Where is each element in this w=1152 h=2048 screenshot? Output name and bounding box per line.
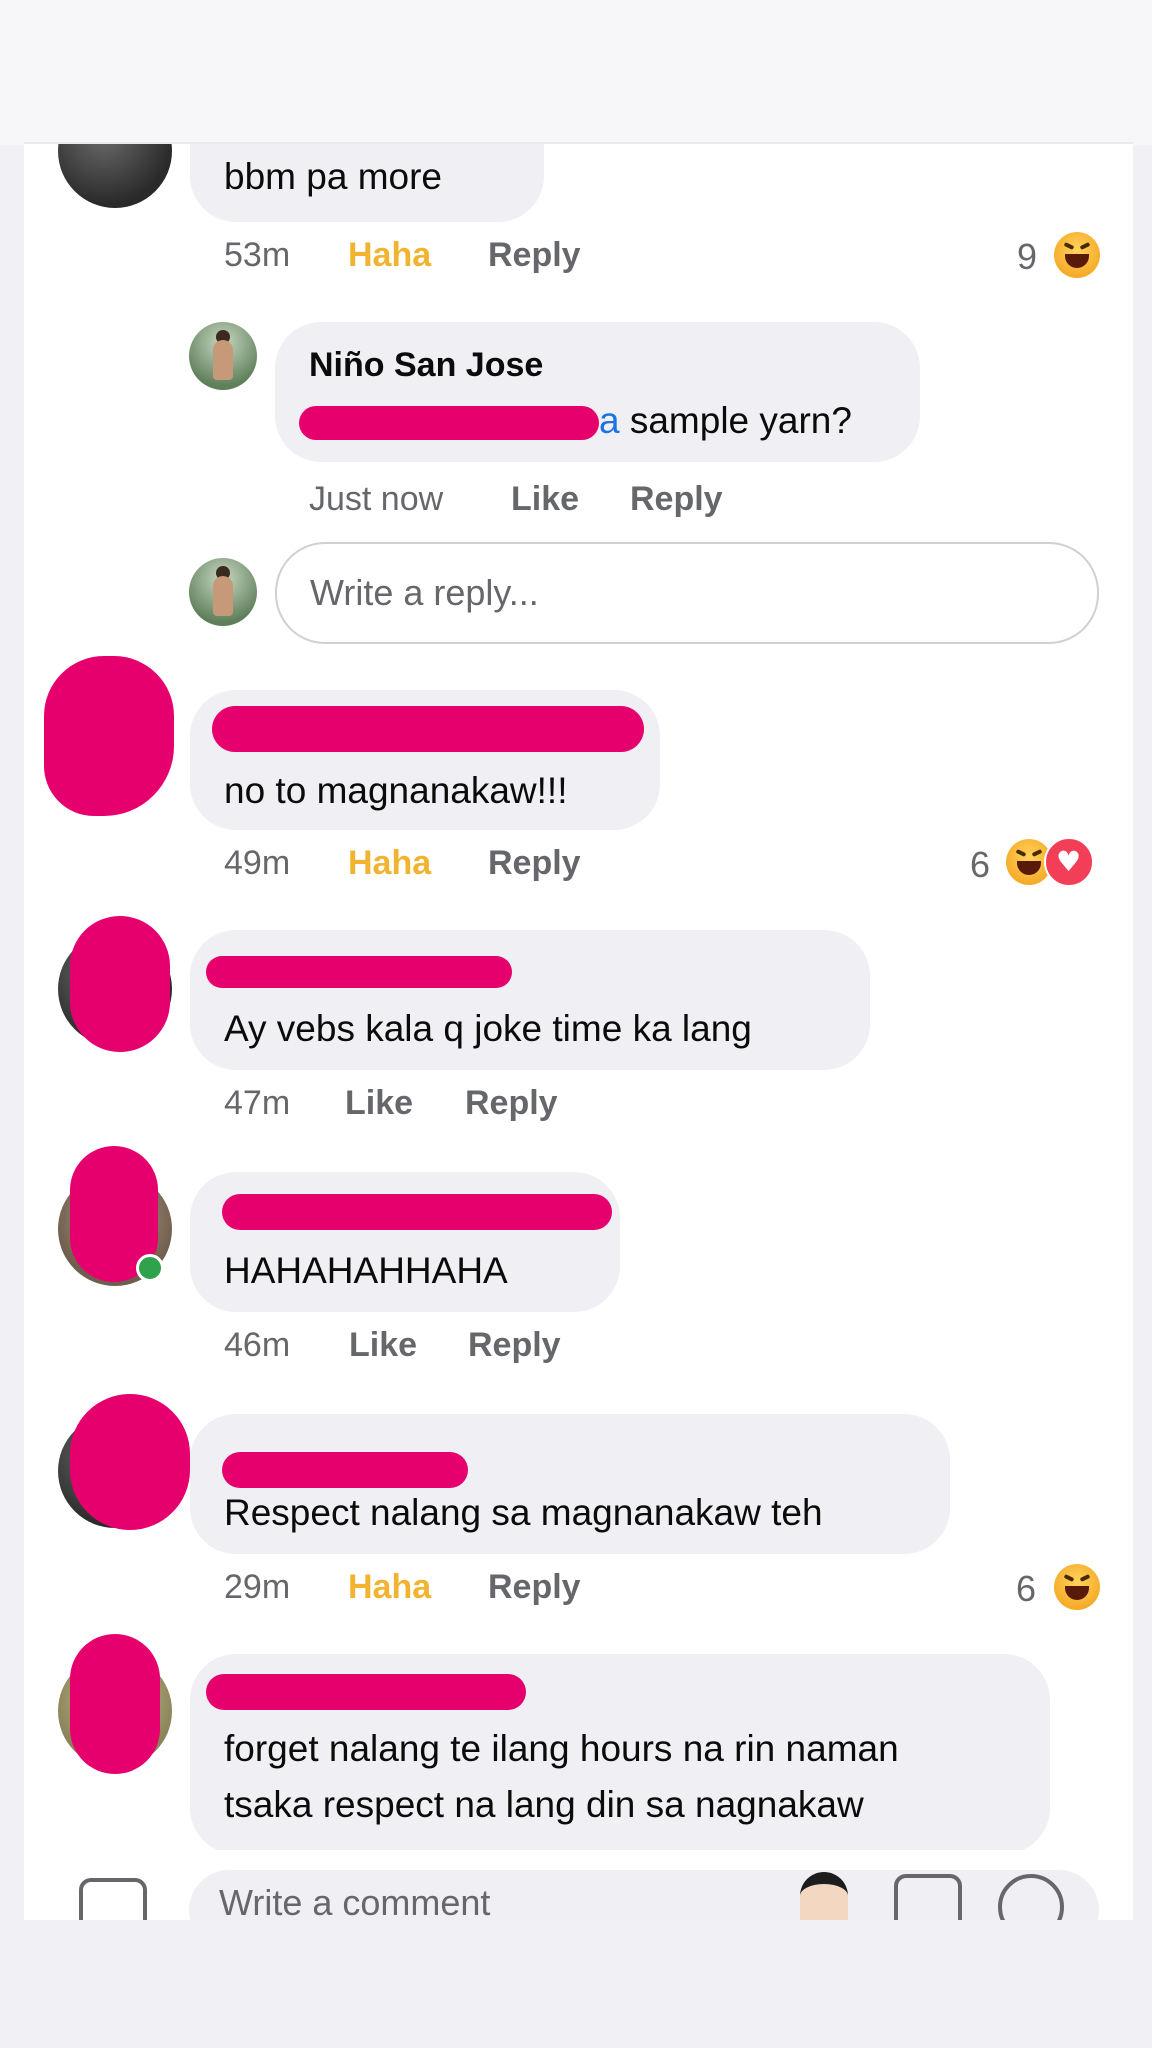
comment-text: Respect nalang sa magnanakaw teh bbox=[224, 1492, 823, 1533]
haha-icon bbox=[1054, 232, 1100, 278]
comment-text: HAHAHAHHAHA bbox=[224, 1250, 508, 1291]
gif-icon[interactable] bbox=[894, 1874, 962, 1920]
reply-author-name[interactable]: Niño San Jose bbox=[309, 346, 543, 385]
comment-time: 29m bbox=[224, 1568, 291, 1606]
status-area bbox=[0, 0, 1152, 145]
reply-button[interactable]: Reply bbox=[465, 1084, 558, 1123]
comment-time: 47m bbox=[224, 1084, 291, 1122]
comment-time: 49m bbox=[224, 844, 291, 882]
comment-input[interactable]: Write a comment bbox=[189, 1870, 1099, 1920]
redaction-mark bbox=[70, 1634, 160, 1774]
haha-reaction-button[interactable]: Haha bbox=[348, 236, 431, 275]
reply-button[interactable]: Reply bbox=[468, 1326, 561, 1365]
redaction-mark bbox=[70, 1394, 190, 1530]
reply-button[interactable]: Reply bbox=[488, 844, 581, 883]
reply-input[interactable]: Write a reply... bbox=[275, 542, 1099, 644]
reply-input-placeholder: Write a reply... bbox=[310, 572, 539, 613]
haha-reaction-button[interactable]: Haha bbox=[348, 1568, 431, 1607]
redaction-mark bbox=[222, 1194, 612, 1230]
comment-bubble: bbm pa more bbox=[190, 144, 544, 222]
online-status-indicator bbox=[136, 1254, 164, 1282]
comment-composer: Write a comment bbox=[24, 1850, 1133, 1920]
haha-reaction-button[interactable]: Haha bbox=[348, 844, 431, 883]
comment-bubble: no to magnanakaw!!! bbox=[190, 690, 660, 830]
comment-text-line-2: tsaka respect na lang din sa nagnakaw bbox=[224, 1784, 864, 1825]
haha-icon bbox=[1054, 1564, 1100, 1610]
reply-text-body: sample yarn? bbox=[619, 400, 852, 441]
avatar-sticker-icon[interactable] bbox=[800, 1872, 848, 1920]
commenter-avatar[interactable] bbox=[58, 144, 172, 208]
love-icon: ♥ bbox=[1044, 837, 1094, 887]
reaction-count[interactable]: 9 bbox=[1017, 236, 1037, 278]
current-user-avatar bbox=[189, 558, 257, 626]
comment-input-placeholder: Write a comment bbox=[219, 1882, 491, 1920]
like-button[interactable]: Like bbox=[511, 480, 579, 519]
comment-time: 46m bbox=[224, 1326, 291, 1364]
comment-time: 53m bbox=[224, 236, 291, 274]
reply-button[interactable]: Reply bbox=[488, 236, 581, 275]
reply-button[interactable]: Reply bbox=[630, 480, 723, 519]
redaction-mark bbox=[44, 656, 174, 816]
comment-bubble: Ay vebs kala q joke time ka lang bbox=[190, 930, 870, 1070]
replier-avatar[interactable] bbox=[189, 322, 257, 390]
comment-text: no to magnanakaw!!! bbox=[224, 770, 568, 811]
reply-button[interactable]: Reply bbox=[488, 1568, 581, 1607]
reply-time: Just now bbox=[309, 480, 444, 518]
mention-link[interactable]: a bbox=[599, 400, 620, 441]
like-button[interactable]: Like bbox=[349, 1326, 417, 1365]
camera-icon[interactable] bbox=[79, 1878, 147, 1920]
comment-bubble: HAHAHAHHAHA bbox=[190, 1172, 620, 1312]
reaction-count[interactable]: 6 bbox=[970, 844, 990, 886]
redaction-mark bbox=[212, 706, 644, 752]
comment-text: Ay vebs kala q joke time ka lang bbox=[224, 1008, 752, 1049]
redaction-mark bbox=[299, 406, 599, 440]
comments-panel: bbm pa more 53m Haha Reply 9 Niño San Jo… bbox=[24, 142, 1133, 1922]
redaction-mark bbox=[206, 1674, 526, 1710]
comment-bubble: Respect nalang sa magnanakaw teh bbox=[190, 1414, 950, 1554]
like-button[interactable]: Like bbox=[345, 1084, 413, 1123]
redaction-mark bbox=[222, 1452, 468, 1488]
comment-text-line-1: forget nalang te ilang hours na rin nama… bbox=[224, 1728, 899, 1769]
reaction-count[interactable]: 6 bbox=[1016, 1568, 1036, 1610]
comment-bubble: forget nalang te ilang hours na rin nama… bbox=[190, 1654, 1050, 1854]
redaction-mark bbox=[70, 916, 170, 1052]
comment-text: bbm pa more bbox=[224, 156, 442, 197]
reply-bubble: Niño San Jose a sample yarn? bbox=[275, 322, 920, 462]
bottom-margin bbox=[0, 1920, 1152, 2048]
redaction-mark bbox=[206, 956, 512, 988]
